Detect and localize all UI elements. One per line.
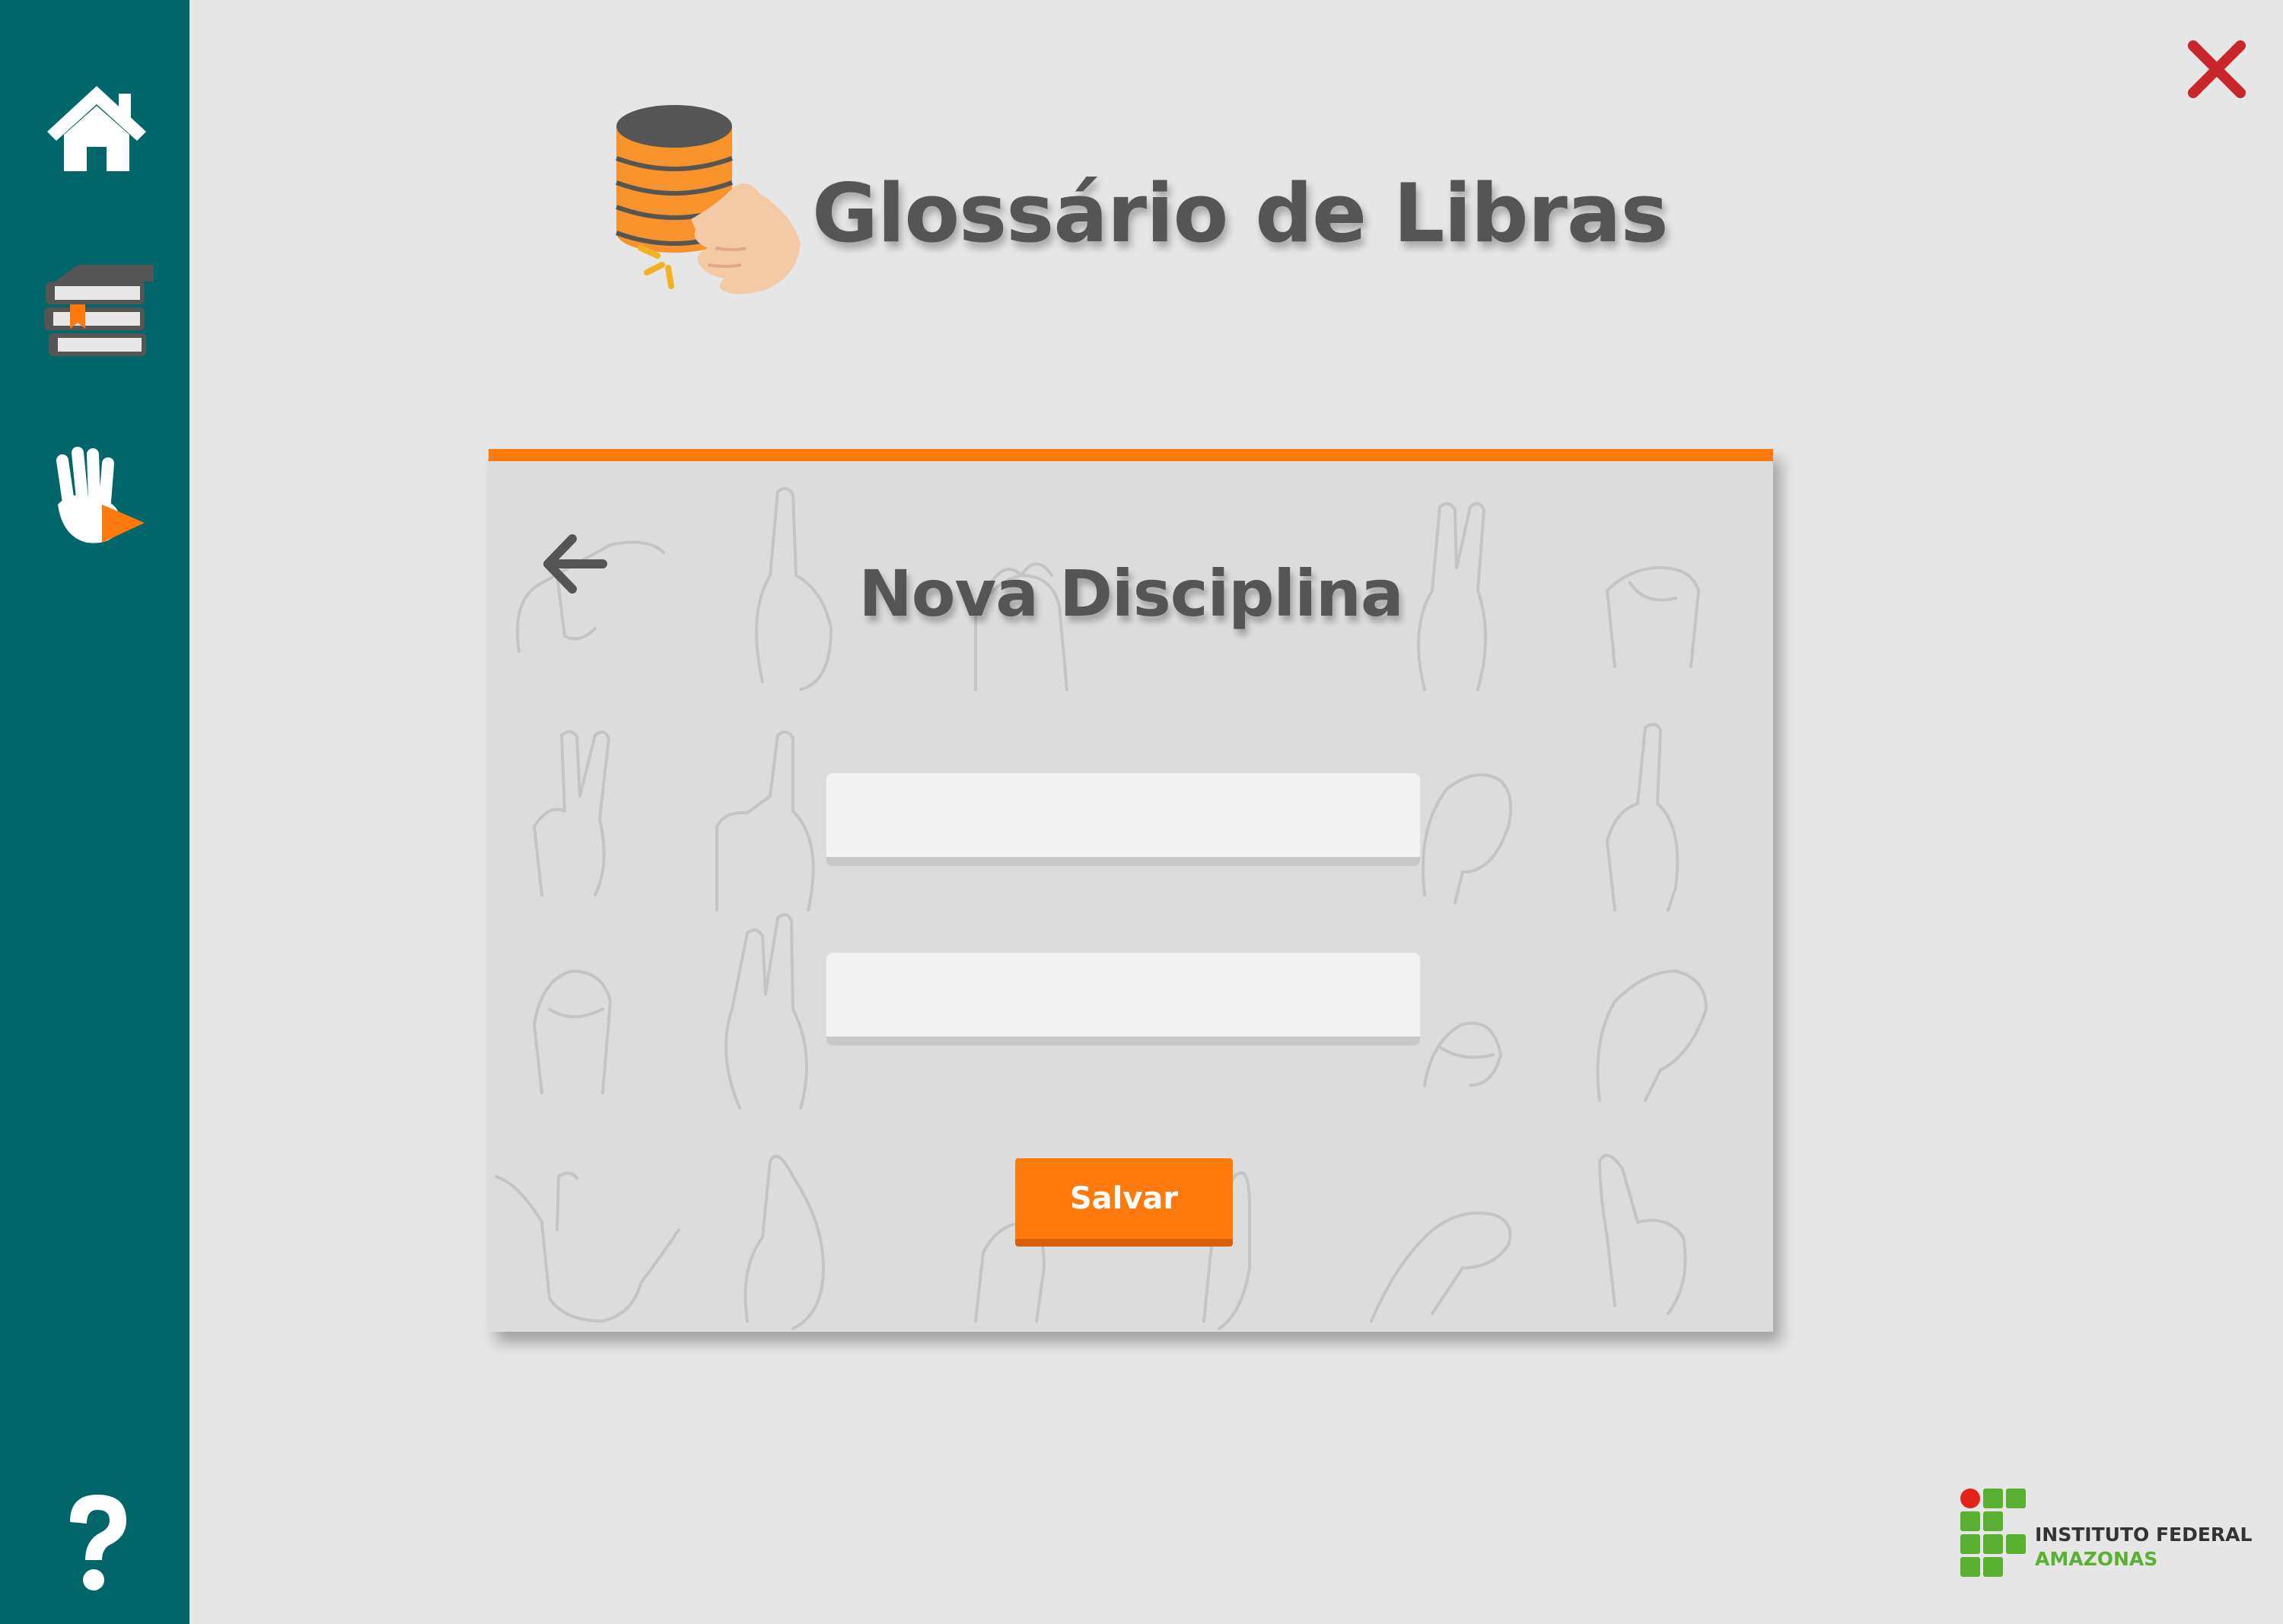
ifam-logo-line-2: AMAZONAS <box>2035 1548 2158 1570</box>
subject-detail-field[interactable] <box>826 953 1420 1046</box>
help-icon[interactable] <box>40 1484 154 1598</box>
home-icon[interactable] <box>40 72 154 186</box>
save-button[interactable]: Salvar <box>1015 1158 1233 1247</box>
app-title: Glossário de Libras <box>812 167 1669 260</box>
sidebar <box>0 0 189 1624</box>
ifam-logo: INSTITUTO FEDERAL AMAZONAS <box>1959 1484 2263 1583</box>
dialog-title: Nova Disciplina <box>858 556 1404 631</box>
ifam-logo-line-1: INSTITUTO FEDERAL <box>2035 1524 2253 1546</box>
app-header: Glossário de Libras <box>601 99 1743 327</box>
books-icon[interactable] <box>40 251 154 365</box>
new-subject-dialog: Nova Disciplina Salvar <box>489 449 1773 1332</box>
close-icon[interactable] <box>2183 35 2251 103</box>
glossary-logo-icon <box>601 99 814 312</box>
sign-video-icon[interactable] <box>40 438 154 552</box>
subject-name-field[interactable] <box>826 773 1420 866</box>
ifam-logo-mark <box>1960 1489 2026 1577</box>
